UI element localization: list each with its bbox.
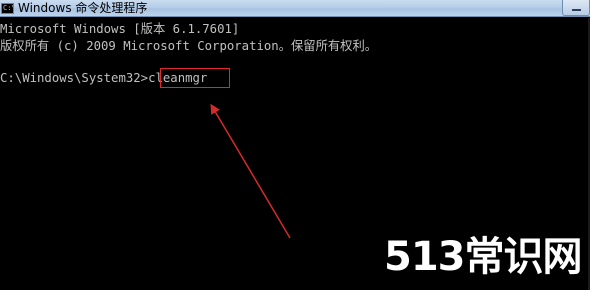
- cmd-window: C:\ Windows 命令处理程序 Microsoft Windows [版本…: [0, 0, 590, 290]
- window-controls: [560, 0, 590, 17]
- console-line-copyright: 版权所有 (c) 2009 Microsoft Corporation。保留所有…: [0, 39, 378, 53]
- cmd-icon[interactable]: C:\: [1, 3, 14, 14]
- title-bar[interactable]: C:\ Windows 命令处理程序: [0, 0, 590, 17]
- window-title: Windows 命令处理程序: [18, 1, 148, 15]
- command-highlight-box: [160, 68, 230, 88]
- console-line-version: Microsoft Windows [版本 6.1.7601]: [0, 22, 240, 36]
- cmd-icon-glyph: C:\: [3, 4, 13, 12]
- watermark-logo: 513常识网: [384, 234, 583, 280]
- minimize-button[interactable]: [562, 0, 590, 16]
- command-prompt: C:\Windows\System32>: [0, 71, 149, 85]
